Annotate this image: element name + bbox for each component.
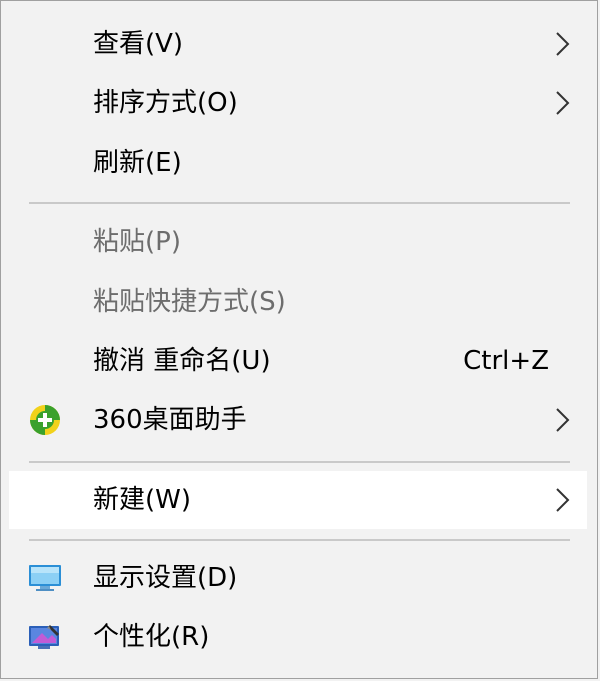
menu-separator xyxy=(29,539,570,541)
menu-item-label: 粘贴(P) xyxy=(93,227,181,257)
menu-item-label: 360桌面助手 xyxy=(93,405,247,435)
360-desktop-assistant-icon xyxy=(30,405,60,435)
menu-item-label: 个性化(R) xyxy=(93,622,210,652)
desktop-context-menu: 查看(V) 排序方式(O) 刷新(E) 粘贴(P) 粘贴快捷方式(S) 撤消 重… xyxy=(0,0,598,679)
menu-item-new[interactable]: 新建(W) xyxy=(9,471,587,529)
display-settings-icon xyxy=(29,565,61,591)
menu-item-label: 查看(V) xyxy=(93,29,184,59)
menu-item-label: 粘贴快捷方式(S) xyxy=(93,287,286,317)
chevron-right-icon xyxy=(556,32,570,56)
menu-item-360-desktop-assistant[interactable]: 360桌面助手 xyxy=(1,391,591,449)
menu-separator xyxy=(29,461,570,463)
menu-item-label: 显示设置(D) xyxy=(93,563,238,593)
chevron-right-icon xyxy=(556,91,570,115)
menu-item-label: 排序方式(O) xyxy=(93,88,238,118)
menu-item-paste-shortcut: 粘贴快捷方式(S) xyxy=(1,273,591,331)
menu-item-personalization[interactable]: 个性化(R) xyxy=(1,608,591,666)
menu-item-label: 新建(W) xyxy=(93,485,191,515)
menu-item-undo-rename[interactable]: 撤消 重命名(U) Ctrl+Z xyxy=(1,332,591,390)
menu-item-shortcut: Ctrl+Z xyxy=(463,346,549,376)
menu-item-refresh[interactable]: 刷新(E) xyxy=(1,134,591,192)
chevron-right-icon xyxy=(556,488,570,512)
menu-item-paste: 粘贴(P) xyxy=(1,213,591,271)
personalization-icon xyxy=(29,625,59,649)
menu-item-label: 刷新(E) xyxy=(93,148,182,178)
menu-item-view[interactable]: 查看(V) xyxy=(1,15,591,73)
menu-item-label: 撤消 重命名(U) xyxy=(93,346,271,376)
menu-item-sort-by[interactable]: 排序方式(O) xyxy=(1,74,591,132)
menu-item-display-settings[interactable]: 显示设置(D) xyxy=(1,549,591,607)
chevron-right-icon xyxy=(556,408,570,432)
menu-separator xyxy=(29,202,570,204)
